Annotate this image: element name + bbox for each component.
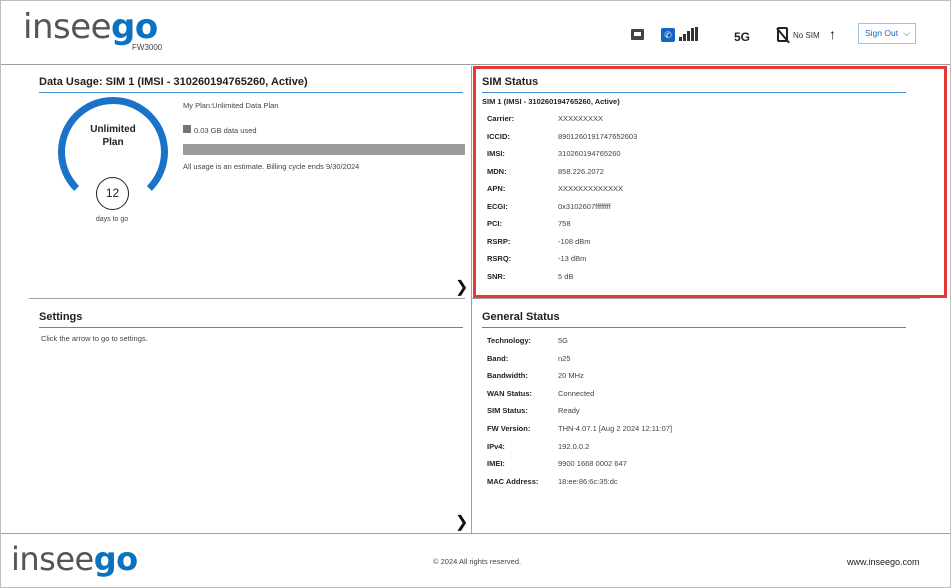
ring-line2: Plan: [102, 137, 124, 148]
status-row-label: Carrier:: [487, 114, 515, 123]
panel-divider-left: [29, 298, 465, 299]
copyright-text: © 2024 All rights reserved.: [433, 557, 522, 566]
sim-status-underline: [482, 92, 906, 93]
status-row-label: Technology:: [487, 336, 532, 345]
sim-state-label: No SIM: [793, 31, 820, 40]
sign-out-label: Sign Out: [865, 28, 899, 38]
status-row-label: IMEI:: [487, 459, 505, 469]
footer-inseego-logo: inseego: [11, 540, 138, 578]
status-row-value: -108 dBm: [558, 236, 591, 246]
status-row-label: ECGI:: [487, 201, 508, 211]
signal-strength-icon: [679, 27, 699, 41]
data-usage-chevron-right-icon[interactable]: ❯: [455, 277, 468, 297]
no-sim-icon: [777, 27, 788, 42]
footer-logo-part2: go: [93, 540, 138, 578]
sim-status-title: SIM Status: [482, 76, 539, 88]
network-type-label: 5G: [734, 30, 751, 44]
footer-divider: [1, 533, 950, 534]
status-row-value: n25: [558, 353, 571, 363]
status-row-label: IMSI:: [487, 149, 505, 158]
header: inseego FW3000 ✆ 5G No SIM ↑ Sign Out ⌵: [1, 1, 950, 65]
data-usage-underline: [39, 92, 463, 93]
logo-text-part1: insee: [23, 7, 112, 47]
status-row-label: Band:: [487, 353, 509, 363]
panel-divider-vertical: [471, 66, 472, 533]
status-row-value: 310260194765260: [558, 149, 621, 158]
sign-out-button[interactable]: Sign Out ⌵: [858, 23, 916, 44]
settings-title: Settings: [39, 311, 83, 323]
status-row-value: 858.226.2072: [558, 166, 604, 176]
status-row-label: SNR:: [487, 271, 506, 281]
settings-underline: [39, 327, 463, 328]
data-used-text: 0.03 GB data used: [194, 126, 257, 135]
panel-divider-right: [472, 298, 920, 299]
status-row-value: XXXXXXXXXXXXX: [558, 184, 624, 193]
ring-line1: Unlimited: [90, 124, 136, 135]
footer-logo-part1: insee: [11, 540, 94, 578]
status-row-label: MDN:: [487, 166, 507, 176]
status-row-value: XXXXXXXXX: [558, 114, 604, 123]
wifi-calling-icon: ✆: [661, 28, 675, 42]
status-row-label: ICCID:: [487, 131, 510, 141]
settings-instructions: Click the arrow to go to settings.: [41, 334, 148, 343]
status-row-value: 5G: [558, 336, 569, 345]
days-to-go-count: 12: [96, 177, 129, 210]
plan-text: My Plan:Unlimited Data Plan: [183, 101, 279, 110]
ethernet-icon: [631, 29, 644, 40]
device-model: FW3000: [132, 43, 163, 52]
status-row-value: 758: [558, 219, 571, 228]
status-row-label: RSRQ:: [487, 254, 512, 263]
usage-ring-label: Unlimited Plan: [76, 123, 150, 149]
status-row-value: 9900 1668 0002 647: [558, 459, 627, 469]
status-row-value: Connected: [558, 388, 595, 398]
settings-chevron-right-icon[interactable]: ❯: [455, 512, 468, 532]
status-row-label: MAC Address:: [487, 476, 539, 486]
status-row-label: Bandwidth:: [487, 371, 528, 381]
status-row-value: THN-4.07.1 [Aug 2 2024 12:11:07]: [558, 424, 673, 433]
status-row-label: APN:: [487, 184, 506, 193]
status-row-value: Ready: [558, 406, 580, 416]
status-row-value: 8901260191747652603: [558, 131, 638, 141]
general-status-underline: [482, 327, 906, 328]
logo-text-part2: go: [111, 7, 158, 47]
usage-progress-bar: [183, 144, 465, 155]
status-row-value: 5 dB: [558, 271, 574, 281]
billing-estimate-text: All usage is an estimate. Billing cycle …: [183, 162, 360, 171]
status-row-value: 192.0.0.2: [558, 441, 590, 451]
data-used-legend-swatch: [183, 125, 191, 133]
status-row-label: RSRP:: [487, 236, 511, 246]
status-row-label: IPv4:: [487, 441, 505, 451]
status-row-label: FW Version:: [487, 424, 531, 433]
status-row-label: WAN Status:: [487, 388, 532, 398]
status-row-value: -13 dBm: [558, 254, 587, 263]
status-row-label: SIM Status:: [487, 406, 528, 416]
general-status-title: General Status: [482, 311, 560, 323]
status-row-value: 18:ee:86:6c:35:dc: [558, 476, 618, 486]
data-usage-title: Data Usage: SIM 1 (IMSI - 31026019476526…: [39, 76, 308, 88]
inseego-logo[interactable]: inseego: [23, 7, 158, 47]
chevron-down-icon: ⌵: [903, 28, 910, 38]
status-row-value: 20 MHz: [558, 371, 584, 381]
status-row-label: PCI:: [487, 219, 502, 228]
status-row-value: 0x3102607ffffffff: [558, 201, 611, 211]
days-to-go-label: days to go: [95, 216, 129, 223]
sim-status-subtitle: SIM 1 (IMSI - 310260194765260, Active): [482, 97, 620, 106]
website-link[interactable]: www.inseego.com: [847, 557, 920, 567]
upload-arrow-icon: ↑: [829, 26, 836, 42]
